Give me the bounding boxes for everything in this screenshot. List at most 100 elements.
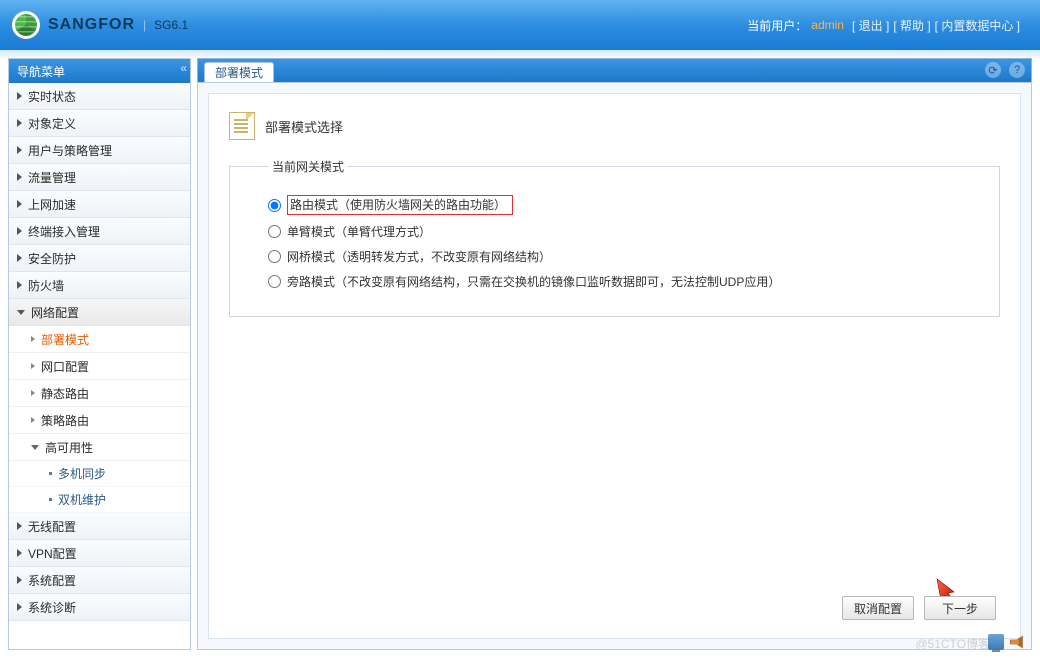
nav-item-2[interactable]: 用户与策略管理 xyxy=(9,137,190,164)
current-user-label: 当前用户： xyxy=(747,17,807,34)
content-body: 部署模式选择 当前网关模式 路由模式（使用防火墙网关的路由功能） 单臂模式（单臂代… xyxy=(197,82,1032,650)
app-header: SANGFOR | SG6.1 当前用户： admin [ 退出 ] [ 帮助 … xyxy=(0,0,1040,50)
mode-label-3[interactable]: 旁路模式（不改变原有网络结构，只需在交换机的镜像口监听数据即可，无法控制UDP应… xyxy=(287,273,780,290)
nav-item-label: 系统诊断 xyxy=(28,599,76,616)
nav-item-1[interactable]: 对象定义 xyxy=(9,110,190,137)
sub-item-label: 部署模式 xyxy=(41,331,89,348)
watermark: @51CTO博客 xyxy=(915,635,990,652)
sub-item2-0[interactable]: 多机同步 xyxy=(9,461,190,487)
chevron-right-icon xyxy=(17,254,22,262)
chevron-right-icon xyxy=(17,576,22,584)
brand-logo xyxy=(12,11,40,39)
nav-item-label: 网络配置 xyxy=(31,304,79,321)
nav-item-9[interactable]: 无线配置 xyxy=(9,513,190,540)
nav-item-label: 终端接入管理 xyxy=(28,223,100,240)
nav-item-label: 用户与策略管理 xyxy=(28,142,112,159)
sub-item-8-0[interactable]: 部署模式 xyxy=(9,326,190,353)
mode-row-1: 单臂模式（单臂代理方式） xyxy=(268,223,981,240)
nav-item-7[interactable]: 防火墙 xyxy=(9,272,190,299)
sub-item2-1[interactable]: 双机维护 xyxy=(9,487,190,513)
tab-deploy-mode[interactable]: 部署模式 xyxy=(204,62,274,82)
dot-icon xyxy=(49,472,52,475)
sub-item-8-3[interactable]: 策略路由 xyxy=(9,407,190,434)
mode-fieldset: 当前网关模式 路由模式（使用防火墙网关的路由功能） 单臂模式（单臂代理方式） 网桥模… xyxy=(229,158,1000,317)
nav-item-label: 无线配置 xyxy=(28,518,76,535)
mode-row-0: 路由模式（使用防火墙网关的路由功能） xyxy=(268,195,981,215)
sub-item-label: 网口配置 xyxy=(41,358,89,375)
mode-label-2[interactable]: 网桥模式（透明转发方式，不改变原有网络结构） xyxy=(287,248,551,265)
sidebar-nav: 实时状态对象定义用户与策略管理流量管理上网加速终端接入管理安全防护防火墙网络配置… xyxy=(9,83,190,621)
mode-radio-3[interactable] xyxy=(268,275,281,288)
chevron-right-icon xyxy=(17,173,22,181)
sidebar-title: 导航菜单 « xyxy=(9,59,190,83)
mode-radio-0[interactable] xyxy=(268,199,281,212)
sub-item-8-2[interactable]: 静态路由 xyxy=(9,380,190,407)
nav-item-label: 安全防护 xyxy=(28,250,76,267)
chevron-right-icon xyxy=(17,227,22,235)
panel-title: 部署模式选择 xyxy=(265,117,343,136)
button-row: 取消配置 下一步 xyxy=(842,596,996,620)
nav-item-8[interactable]: 网络配置 xyxy=(9,299,190,326)
dot-icon xyxy=(49,498,52,501)
bullet-icon xyxy=(31,417,35,423)
sound-icon[interactable] xyxy=(1010,634,1026,650)
nav-item-4[interactable]: 上网加速 xyxy=(9,191,190,218)
sub-item-8-1[interactable]: 网口配置 xyxy=(9,353,190,380)
nav-item-label: VPN配置 xyxy=(28,545,77,562)
nav-item-label: 系统配置 xyxy=(28,572,76,589)
chevron-down-icon xyxy=(31,445,39,450)
mode-radio-2[interactable] xyxy=(268,250,281,263)
sidebar-collapse-icon[interactable]: « xyxy=(180,61,184,75)
bullet-icon xyxy=(31,336,35,342)
data-center-link[interactable]: [ 内置数据中心 ] xyxy=(935,17,1020,34)
chevron-right-icon xyxy=(17,549,22,557)
sub-item2-label: 双机维护 xyxy=(58,491,106,508)
content-area: 部署模式 ⟳ ? 部署模式选择 当前网关模式 路由模式（使用防火墙网关的路由功能… xyxy=(197,58,1032,650)
nav-item-10[interactable]: VPN配置 xyxy=(9,540,190,567)
sidebar-title-text: 导航菜单 xyxy=(17,63,65,80)
mode-radio-1[interactable] xyxy=(268,225,281,238)
nav-item-0[interactable]: 实时状态 xyxy=(9,83,190,110)
refresh-icon[interactable]: ⟳ xyxy=(985,62,1001,78)
chevron-right-icon xyxy=(17,119,22,127)
mode-label-0[interactable]: 路由模式（使用防火墙网关的路由功能） xyxy=(287,195,513,215)
nav-item-3[interactable]: 流量管理 xyxy=(9,164,190,191)
nav-item-label: 流量管理 xyxy=(28,169,76,186)
chevron-right-icon xyxy=(17,92,22,100)
mode-legend: 当前网关模式 xyxy=(268,158,348,175)
nav-item-12[interactable]: 系统诊断 xyxy=(9,594,190,621)
main-layout: 导航菜单 « 实时状态对象定义用户与策略管理流量管理上网加速终端接入管理安全防护… xyxy=(0,50,1040,658)
panel-heading: 部署模式选择 xyxy=(225,106,1004,152)
chevron-right-icon xyxy=(17,200,22,208)
mode-row-2: 网桥模式（透明转发方式，不改变原有网络结构） xyxy=(268,248,981,265)
nav-item-label: 对象定义 xyxy=(28,115,76,132)
current-user-name: admin xyxy=(811,18,844,32)
help-link[interactable]: [ 帮助 ] xyxy=(893,17,930,34)
nav-item-label: 实时状态 xyxy=(28,88,76,105)
help-icon[interactable]: ? xyxy=(1009,62,1025,78)
nav-item-label: 上网加速 xyxy=(28,196,76,213)
sub-item-8-4[interactable]: 高可用性 xyxy=(9,434,190,461)
nav-item-11[interactable]: 系统配置 xyxy=(9,567,190,594)
monitor-icon[interactable] xyxy=(988,634,1004,650)
content-tabbar: 部署模式 ⟳ ? xyxy=(197,58,1032,82)
chevron-right-icon xyxy=(17,603,22,611)
mode-label-1[interactable]: 单臂模式（单臂代理方式） xyxy=(287,223,431,240)
chevron-right-icon xyxy=(17,281,22,289)
next-button[interactable]: 下一步 xyxy=(924,596,996,620)
mode-row-3: 旁路模式（不改变原有网络结构，只需在交换机的镜像口监听数据即可，无法控制UDP应… xyxy=(268,273,981,290)
header-right: 当前用户： admin [ 退出 ] [ 帮助 ] [ 内置数据中心 ] xyxy=(747,0,1022,50)
logout-link[interactable]: [ 退出 ] xyxy=(852,17,889,34)
nav-item-6[interactable]: 安全防护 xyxy=(9,245,190,272)
sub-item-label: 策略路由 xyxy=(41,412,89,429)
cancel-button[interactable]: 取消配置 xyxy=(842,596,914,620)
chevron-right-icon xyxy=(17,522,22,530)
nav-item-5[interactable]: 终端接入管理 xyxy=(9,218,190,245)
chevron-down-icon xyxy=(17,310,25,315)
sub-item-label: 高可用性 xyxy=(45,439,93,456)
nav-item-label: 防火墙 xyxy=(28,277,64,294)
inner-panel: 部署模式选择 当前网关模式 路由模式（使用防火墙网关的路由功能） 单臂模式（单臂代… xyxy=(208,93,1021,639)
sub-item-label: 静态路由 xyxy=(41,385,89,402)
sub-item2-label: 多机同步 xyxy=(58,465,106,482)
version-label: SG6.1 xyxy=(154,18,188,32)
